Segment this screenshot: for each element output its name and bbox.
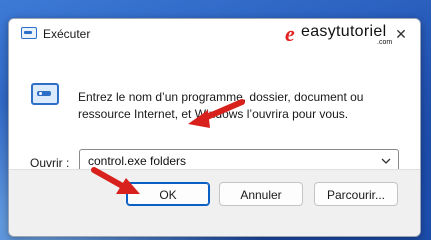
browse-button[interactable]: Parcourir... — [314, 182, 398, 206]
run-program-icon — [31, 83, 59, 105]
annotation-arrow-input — [188, 99, 245, 128]
close-button[interactable]: ✕ — [387, 21, 415, 47]
title-bar[interactable]: Exécuter e easytutoriel .com ✕ — [9, 19, 420, 49]
cancel-button[interactable]: Annuler — [219, 182, 303, 206]
open-label: Ouvrir : — [30, 156, 70, 170]
run-icon — [21, 27, 37, 39]
close-icon: ✕ — [395, 26, 407, 42]
brand-name: easytutoriel — [301, 23, 387, 40]
window-title: Exécuter — [43, 27, 91, 41]
chevron-down-icon[interactable] — [378, 152, 394, 170]
annotation-arrow-ok — [91, 167, 140, 194]
brand-logo-e: e — [285, 21, 295, 46]
